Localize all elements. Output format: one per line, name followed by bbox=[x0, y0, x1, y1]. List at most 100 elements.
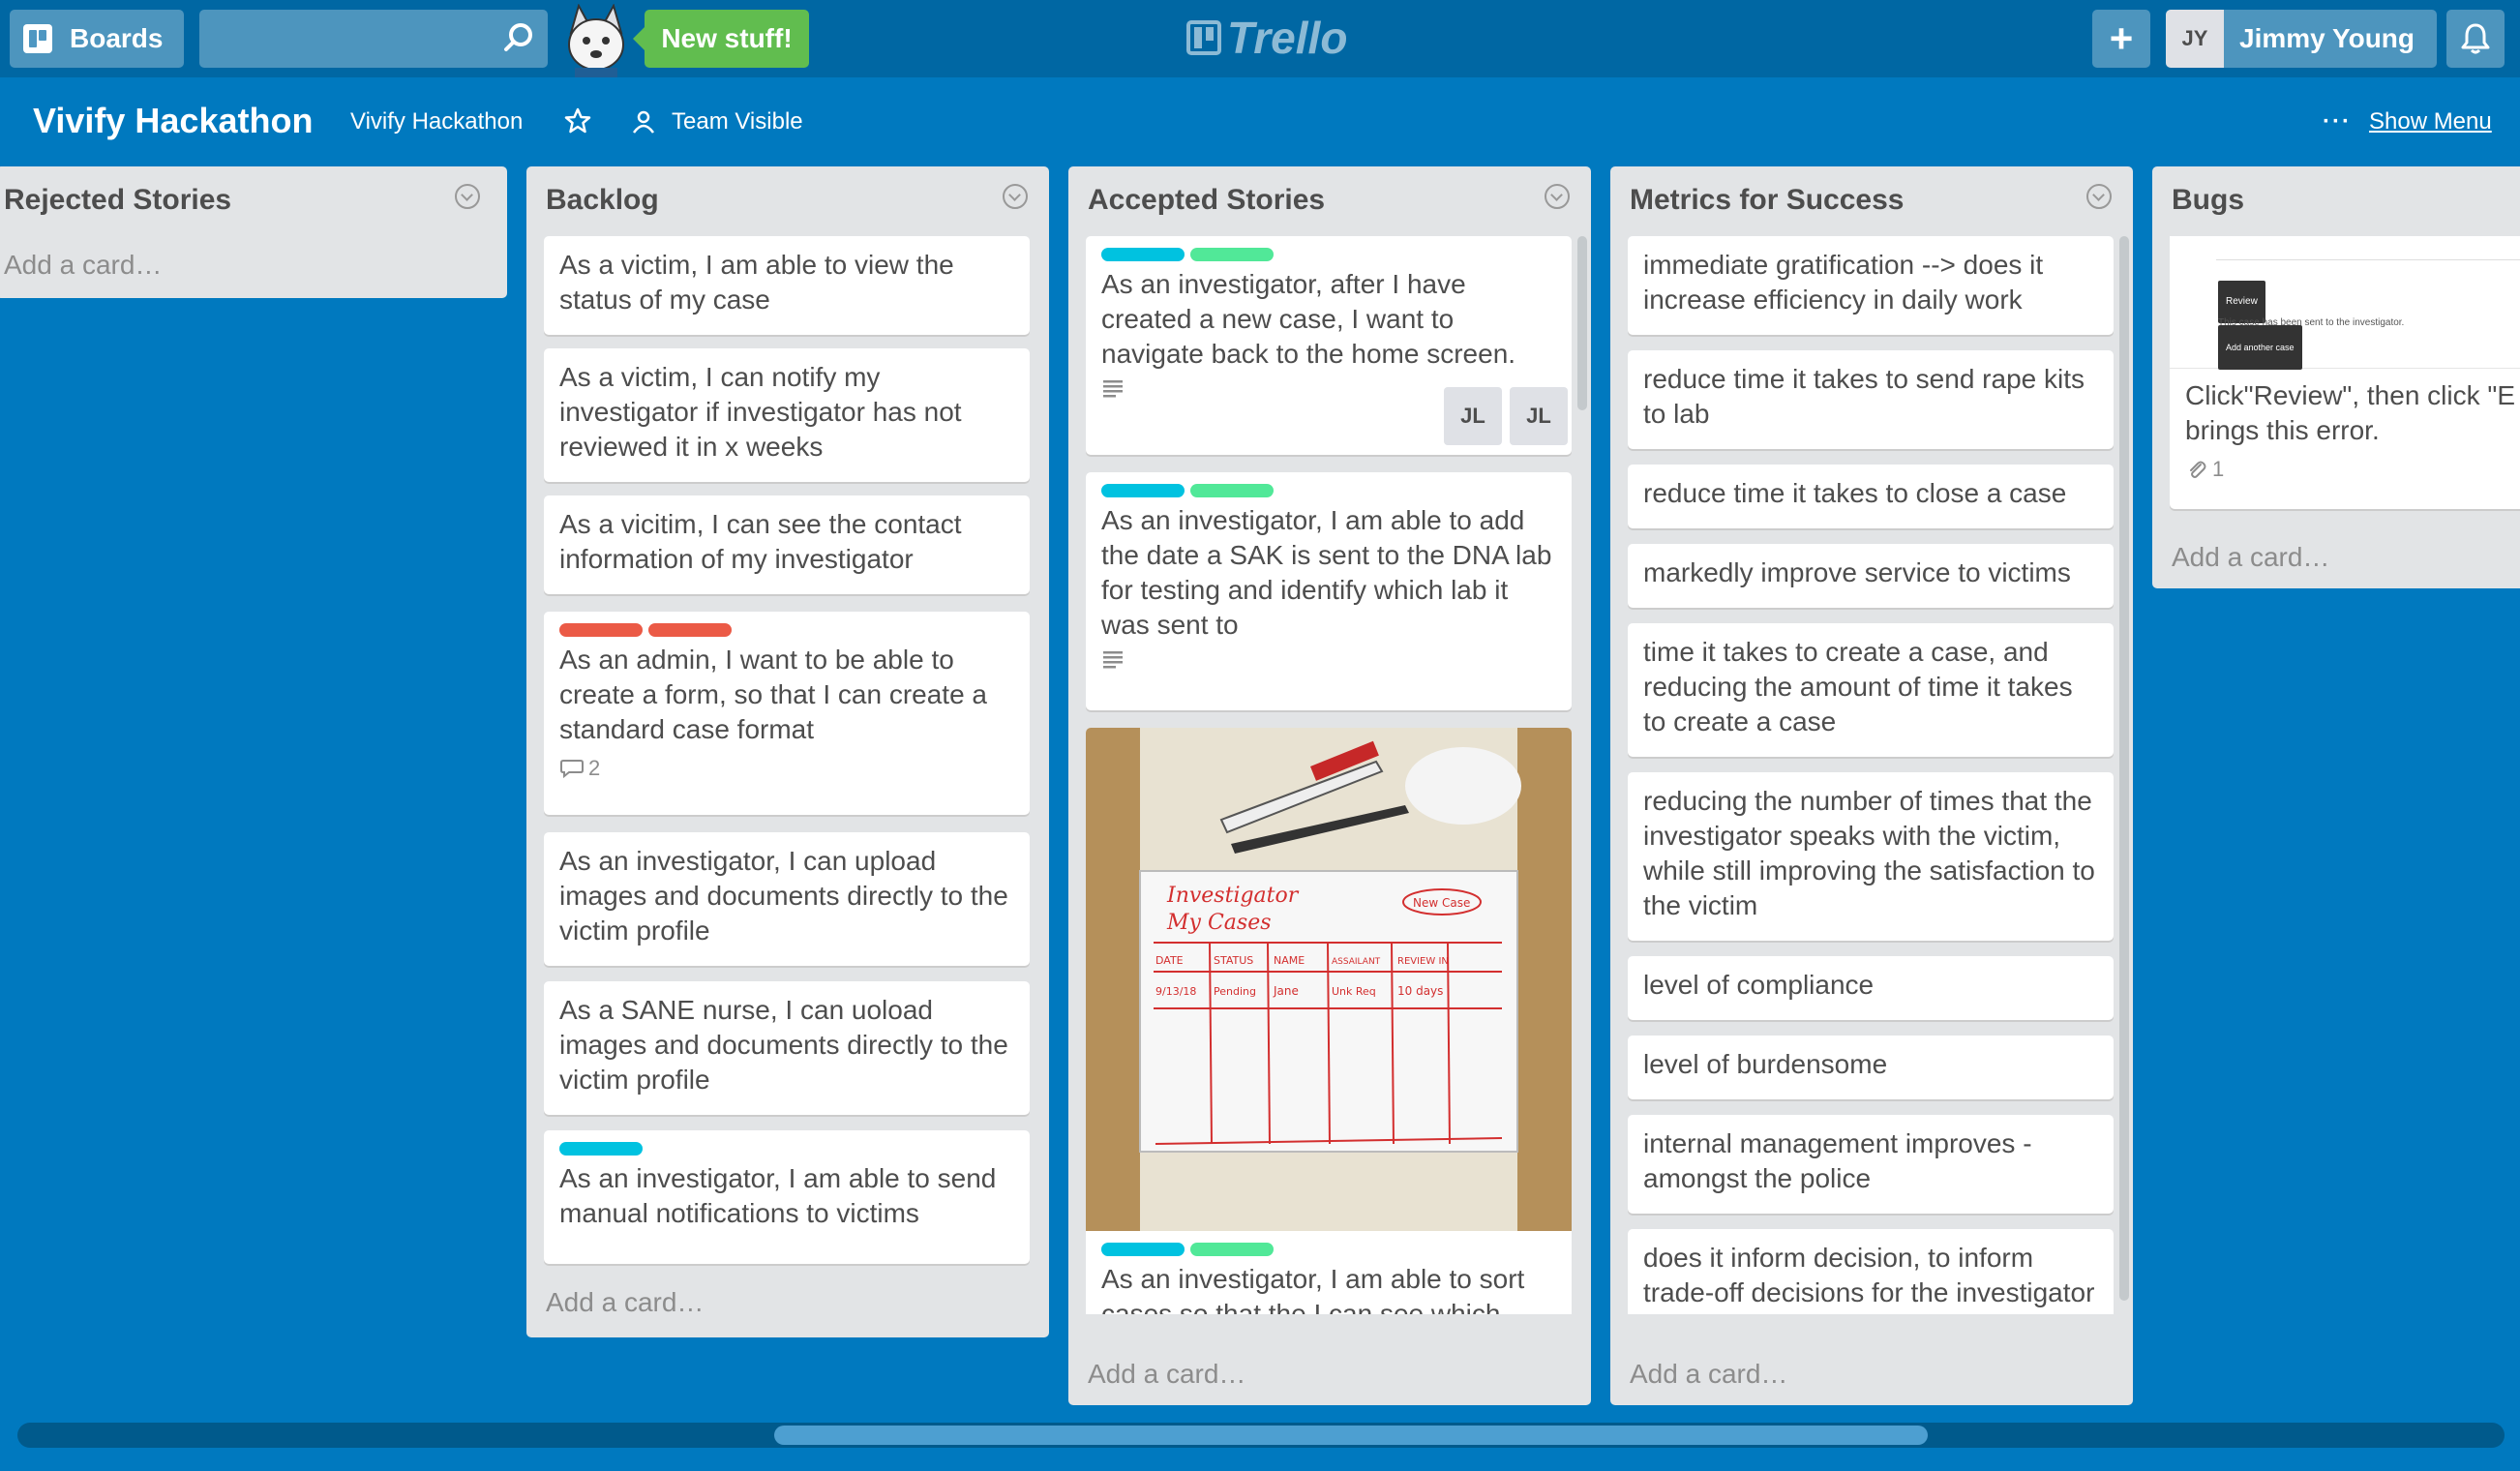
whiteboard-subtitle: My Cases bbox=[1166, 911, 1272, 935]
label-red bbox=[559, 623, 643, 637]
card[interactable]: reduce time it takes to send rape kits t… bbox=[1628, 350, 2114, 449]
card-title: Click"Review", then click "E bbox=[2185, 380, 2516, 410]
card[interactable]: As a vicitim, I can see the contact info… bbox=[544, 495, 1030, 594]
new-stuff-button[interactable]: New stuff! bbox=[633, 10, 809, 68]
board-title[interactable]: Vivify Hackathon bbox=[33, 101, 313, 141]
card[interactable]: reducing the number of times that the in… bbox=[1628, 772, 2114, 941]
list-scrollbar[interactable] bbox=[2119, 236, 2129, 1301]
list-menu-icon[interactable] bbox=[1003, 184, 1028, 209]
add-card-link[interactable]: Add a card… bbox=[546, 1287, 704, 1318]
whiteboard-new-case: New Case bbox=[1413, 896, 1470, 910]
comments-count: 2 bbox=[588, 756, 601, 780]
card[interactable]: time it takes to create a case, and redu… bbox=[1628, 623, 2114, 757]
boards-label: Boards bbox=[70, 23, 164, 53]
card[interactable]: As a SANE nurse, I can uoload images and… bbox=[544, 981, 1030, 1115]
list-menu-icon[interactable] bbox=[2086, 184, 2112, 209]
label-blue bbox=[1101, 484, 1185, 497]
card[interactable]: markedly improve service to victims bbox=[1628, 544, 2114, 608]
card-title: As an admin, I want to be able to create… bbox=[559, 645, 987, 744]
label-green bbox=[1190, 248, 1274, 261]
card-title: immediate gratification --> does it incr… bbox=[1643, 250, 2044, 315]
list-cards-area: As an investigator, after I have created… bbox=[1068, 236, 1591, 1314]
card-title-cont: brings this error. bbox=[2185, 415, 2380, 445]
thumb-add-button: Add another case bbox=[2218, 325, 2302, 370]
whiteboard-col: REVIEW IN bbox=[1397, 956, 1449, 967]
label-blue bbox=[1101, 248, 1185, 261]
search-input[interactable] bbox=[199, 10, 548, 68]
member-menu-button[interactable]: JY Jimmy Young bbox=[2166, 10, 2437, 68]
plus-icon: + bbox=[2109, 15, 2134, 61]
boards-button[interactable]: Boards bbox=[10, 10, 184, 68]
add-card-link[interactable]: Add a card… bbox=[1088, 1359, 1245, 1390]
attachments-badge: 1 bbox=[2185, 452, 2520, 487]
card-labels bbox=[1101, 1243, 1556, 1256]
list-menu-icon[interactable] bbox=[1545, 184, 1570, 209]
add-card-link[interactable]: Add a card… bbox=[4, 250, 162, 281]
new-stuff-label: New stuff! bbox=[661, 23, 793, 53]
card-labels bbox=[559, 1142, 1014, 1156]
list-metrics-for-success: Metrics for Success immediate gratificat… bbox=[1610, 166, 2133, 1405]
card[interactable]: immediate gratification --> does it incr… bbox=[1628, 236, 2114, 335]
visibility-button[interactable]: Team Visible bbox=[631, 108, 803, 135]
search-icon[interactable] bbox=[499, 19, 538, 58]
whiteboard-title: Investigator bbox=[1166, 884, 1300, 908]
card-title: As a vicitim, I can see the contact info… bbox=[559, 509, 962, 574]
card[interactable]: As an investigator, I am able to add the… bbox=[1086, 472, 1572, 710]
avatar[interactable]: JL bbox=[1510, 387, 1568, 445]
board-team-link[interactable]: Vivify Hackathon bbox=[350, 108, 523, 135]
card[interactable]: As an investigator, after I have created… bbox=[1086, 236, 1572, 455]
list-title[interactable]: Backlog bbox=[546, 184, 659, 217]
add-card-link[interactable]: Add a card… bbox=[1630, 1359, 1787, 1390]
card-labels bbox=[559, 623, 1014, 637]
card[interactable]: does it inform decision, to inform trade… bbox=[1628, 1229, 2114, 1314]
whiteboard-cell: Unk Req bbox=[1332, 985, 1376, 998]
card[interactable]: As a victim, I am able to view the statu… bbox=[544, 236, 1030, 335]
trello-logo[interactable]: Trello bbox=[1186, 13, 1347, 63]
list-accepted-stories: Accepted Stories As an investigator, aft… bbox=[1068, 166, 1591, 1405]
card-cover-image: Review This case has been sent to the in… bbox=[2170, 236, 2520, 370]
card[interactable]: As an investigator, I can upload images … bbox=[544, 832, 1030, 966]
notifications-button[interactable] bbox=[2446, 10, 2505, 68]
card[interactable]: Review This case has been sent to the in… bbox=[2170, 236, 2520, 509]
card-body: As an investigator, I am able to sort ca… bbox=[1086, 1231, 1572, 1314]
whiteboard-cell: 10 days bbox=[1397, 984, 1443, 998]
list-title[interactable]: Metrics for Success bbox=[1630, 184, 1904, 217]
label-green bbox=[1190, 484, 1274, 497]
card-title: As a victim, I am able to view the statu… bbox=[559, 250, 954, 315]
whiteboard-col: NAME bbox=[1274, 954, 1305, 967]
taco-mascot-icon[interactable] bbox=[557, 4, 635, 77]
card[interactable]: As an investigator, I am able to send ma… bbox=[544, 1130, 1030, 1264]
list-title[interactable]: Bugs bbox=[2172, 184, 2244, 217]
whiteboard-col: STATUS bbox=[1214, 954, 1253, 967]
list-menu-icon[interactable] bbox=[455, 184, 480, 209]
card[interactable]: reduce time it takes to close a case bbox=[1628, 465, 2114, 528]
add-button[interactable]: + bbox=[2092, 10, 2150, 68]
card[interactable]: level of compliance bbox=[1628, 956, 2114, 1020]
avatar[interactable]: JL bbox=[1444, 387, 1502, 445]
card-title: As a SANE nurse, I can uoload images and… bbox=[559, 995, 1008, 1095]
card[interactable]: internal management improves - amongst t… bbox=[1628, 1115, 2114, 1214]
show-menu-button[interactable]: ··· Show Menu bbox=[2323, 108, 2492, 135]
whiteboard-cell: Jane bbox=[1273, 984, 1299, 998]
description-icon bbox=[1103, 380, 1123, 398]
list-title[interactable]: Rejected Stories bbox=[4, 184, 231, 217]
card-title: As an investigator, I am able to add the… bbox=[1101, 505, 1552, 640]
card-title: reducing the number of times that the in… bbox=[1643, 786, 2095, 920]
card[interactable]: level of burdensome bbox=[1628, 1036, 2114, 1099]
list-scrollbar[interactable] bbox=[1577, 236, 1587, 410]
list-title[interactable]: Accepted Stories bbox=[1088, 184, 1325, 217]
card[interactable]: As a victim, I can notify my investigato… bbox=[544, 348, 1030, 482]
card[interactable]: Investigator My Cases New Case DATE STAT… bbox=[1086, 728, 1572, 1314]
comments-badge: 2 bbox=[559, 751, 1014, 786]
card-title: As an investigator, after I have created… bbox=[1101, 269, 1516, 369]
board-scrollbar-thumb[interactable] bbox=[774, 1426, 1928, 1445]
add-card-link[interactable]: Add a card… bbox=[2172, 542, 2329, 573]
whiteboard-col: DATE bbox=[1155, 954, 1184, 967]
label-green bbox=[1190, 1243, 1274, 1256]
label-blue bbox=[559, 1142, 643, 1156]
card-body: Click"Review", then click "E brings this… bbox=[2170, 369, 2520, 496]
card[interactable]: As an admin, I want to be able to create… bbox=[544, 612, 1030, 815]
trello-board-page: Boards New stuff! Trello + JY Jimmy Youn… bbox=[0, 0, 2520, 1471]
star-icon[interactable] bbox=[563, 106, 592, 135]
card-title: As an investigator, I am able to sort ca… bbox=[1101, 1264, 1525, 1314]
